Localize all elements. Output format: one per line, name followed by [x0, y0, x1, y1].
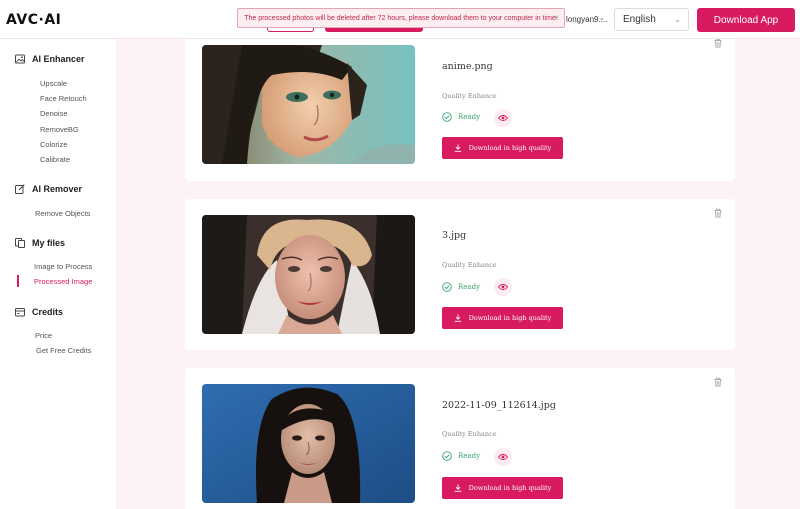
trash-icon[interactable]: [713, 377, 723, 387]
file-card: anime.png Quality Enhance Ready Download…: [185, 30, 735, 181]
sidebar-item-removebg[interactable]: RemoveBG: [40, 125, 79, 134]
chevron-down-icon: ⌄: [674, 15, 681, 24]
status-text: Ready: [458, 283, 481, 291]
check-circle-icon: [442, 451, 452, 461]
woman-portrait-image: [202, 384, 415, 503]
sidebar-item-colorize[interactable]: Colorize: [40, 140, 68, 149]
file-name: 2022-11-09_112614.jpg: [442, 400, 556, 411]
download-label: Download in high quality: [468, 144, 552, 152]
download-button[interactable]: Download in high quality: [442, 137, 563, 159]
sidebar: AI Enhancer Upscale Face Retouch Denoise…: [0, 39, 116, 509]
preview-button[interactable]: [494, 278, 512, 296]
files-icon: [15, 238, 25, 248]
edit-icon: [15, 184, 25, 194]
close-icon[interactable]: ×: [554, 13, 559, 22]
sidebar-item-remove-objects[interactable]: Remove Objects: [35, 209, 90, 218]
active-indicator: [17, 275, 19, 287]
sidebar-item-get-free-credits[interactable]: Get Free Credits: [36, 346, 91, 355]
language-value: English: [623, 14, 656, 25]
sidebar-item-face-retouch[interactable]: Face Retouch: [40, 94, 87, 103]
trash-icon[interactable]: [713, 208, 723, 218]
file-name: 3.jpg: [442, 230, 467, 241]
trash-icon[interactable]: [713, 38, 723, 48]
anime-portrait-image: [202, 45, 415, 164]
preview-button[interactable]: [494, 448, 512, 466]
download-button[interactable]: Download in high quality: [442, 477, 563, 499]
notice-text: The processed photos will be deleted aft…: [244, 14, 558, 22]
sidebar-section-ai-remover[interactable]: AI Remover: [15, 184, 82, 194]
credits-icon: [15, 308, 25, 317]
sidebar-section-credits[interactable]: Credits: [15, 307, 63, 317]
sidebar-section-label: AI Enhancer: [32, 54, 85, 64]
image-thumbnail[interactable]: [202, 384, 415, 503]
sidebar-item-processed-image[interactable]: Processed Image: [34, 277, 92, 286]
preview-button[interactable]: [494, 109, 512, 127]
eye-icon: [498, 284, 508, 290]
vintage-portrait-image: [202, 215, 415, 334]
image-thumbnail[interactable]: [202, 215, 415, 334]
quality-label: Quality Enhance: [442, 430, 497, 438]
image-icon: [15, 54, 25, 64]
sidebar-item-price[interactable]: Price: [35, 331, 52, 340]
download-icon: [454, 144, 461, 152]
sidebar-item-calibrate[interactable]: Calibrate: [40, 155, 70, 164]
download-icon: [454, 484, 461, 492]
quality-label: Quality Enhance: [442, 92, 497, 100]
check-circle-icon: [442, 112, 452, 122]
chevron-down-icon[interactable]: ⌄: [599, 14, 605, 22]
download-button[interactable]: Download in high quality: [442, 307, 563, 329]
logo[interactable]: AVC·AI: [6, 12, 61, 28]
eye-icon: [498, 115, 508, 121]
sidebar-item-image-to-process[interactable]: Image to Process: [34, 262, 92, 271]
download-label: Download in high quality: [468, 314, 552, 322]
status-ready: Ready: [442, 112, 480, 122]
file-card: 3.jpg Quality Enhance Ready Download in …: [185, 199, 735, 350]
check-circle-icon: [442, 282, 452, 292]
sidebar-item-upscale[interactable]: Upscale: [40, 79, 67, 88]
sidebar-section-label: AI Remover: [32, 184, 83, 194]
deletion-notice-toast: The processed photos will be deleted aft…: [237, 8, 565, 28]
image-thumbnail[interactable]: [202, 45, 415, 164]
language-select[interactable]: English ⌄: [614, 8, 689, 31]
sidebar-section-ai-enhancer[interactable]: AI Enhancer: [15, 54, 85, 64]
download-icon: [454, 314, 461, 322]
status-text: Ready: [458, 113, 481, 121]
sidebar-section-my-files[interactable]: My files: [15, 238, 65, 248]
download-label: Download in high quality: [468, 484, 552, 492]
status-text: Ready: [458, 452, 481, 460]
download-app-button[interactable]: Download App: [697, 8, 795, 32]
file-card: 2022-11-09_112614.jpg Quality Enhance Re…: [185, 368, 735, 509]
status-ready: Ready: [442, 451, 480, 461]
sidebar-section-label: My files: [32, 238, 66, 248]
eye-icon: [498, 454, 508, 460]
status-ready: Ready: [442, 282, 480, 292]
file-name: anime.png: [442, 61, 493, 72]
sidebar-section-label: Credits: [32, 307, 64, 317]
quality-label: Quality Enhance: [442, 261, 497, 269]
sidebar-item-denoise[interactable]: Denoise: [40, 109, 68, 118]
